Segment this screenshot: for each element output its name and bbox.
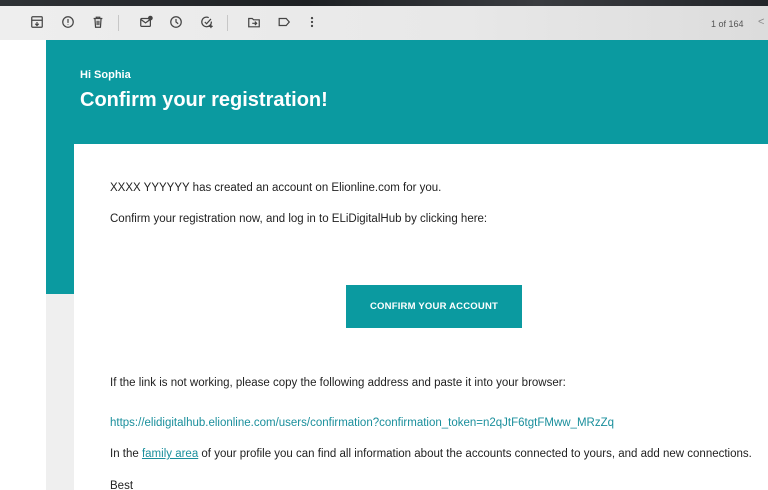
- family-area-paragraph: In the family area of your profile you c…: [110, 448, 752, 460]
- add-task-icon[interactable]: [197, 12, 217, 32]
- email-toolbar: 1 of 164 <: [0, 6, 768, 40]
- greeting: Hi Sophia: [80, 69, 131, 81]
- toolbar-divider: [118, 15, 119, 31]
- grey-side-panel: [46, 294, 74, 490]
- toolbar-divider: [227, 15, 228, 31]
- confirmation-url-link[interactable]: https://elidigitalhub.elionline.com/user…: [110, 417, 614, 429]
- family-area-suffix: of your profile you can find all informa…: [198, 448, 752, 460]
- mark-unread-icon[interactable]: [136, 12, 156, 32]
- confirm-account-button[interactable]: CONFIRM YOUR ACCOUNT: [346, 285, 522, 328]
- report-spam-icon[interactable]: [58, 12, 78, 32]
- message-counter: 1 of 164: [711, 19, 744, 29]
- delete-icon[interactable]: [88, 12, 108, 32]
- account-created-text: XXXX YYYYYY has created an account on El…: [110, 182, 442, 194]
- family-area-prefix: In the: [110, 448, 142, 460]
- archive-icon[interactable]: [27, 12, 47, 32]
- move-to-icon[interactable]: [244, 12, 264, 32]
- previous-message-icon[interactable]: <: [758, 16, 764, 28]
- email-headline: Confirm your registration!: [80, 89, 328, 111]
- banner-side-accent: [46, 144, 74, 294]
- snooze-icon[interactable]: [166, 12, 186, 32]
- more-icon[interactable]: [302, 12, 322, 32]
- confirm-instruction-text: Confirm your registration now, and log i…: [110, 213, 488, 225]
- family-area-link[interactable]: family area: [142, 448, 198, 460]
- left-gutter: [0, 40, 46, 490]
- fallback-instruction-text: If the link is not working, please copy …: [110, 377, 566, 389]
- label-icon[interactable]: [274, 12, 294, 32]
- signoff-text: Best: [110, 480, 134, 490]
